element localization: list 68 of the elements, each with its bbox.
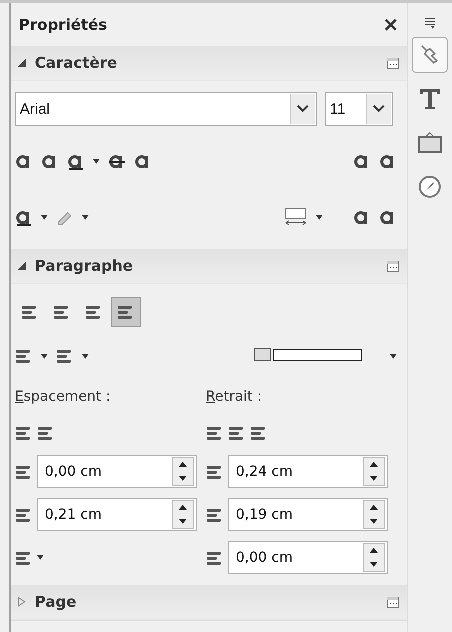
spacing-label: Espacement : — [15, 389, 111, 405]
spin-buttons[interactable] — [363, 543, 385, 572]
spin-value: 0,19 cm — [235, 506, 293, 522]
up-arrow-icon — [370, 462, 378, 468]
up-arrow-icon — [179, 462, 187, 468]
character-spacing-icon — [284, 208, 308, 226]
up-arrow-icon — [179, 505, 187, 510]
font-name-value: Arial — [19, 100, 50, 118]
align-button[interactable] — [111, 297, 141, 327]
more-options-icon — [387, 260, 399, 272]
caret-icon — [41, 354, 48, 358]
close-icon — [385, 18, 397, 30]
spin-field[interactable]: 0,00 cm — [228, 541, 388, 574]
section-title: Page — [35, 593, 78, 611]
spin-buttons[interactable] — [363, 500, 385, 529]
align-icon — [85, 303, 103, 321]
spin-buttons[interactable] — [363, 457, 385, 486]
menu-icon — [423, 17, 437, 29]
caret-icon — [82, 354, 89, 358]
spin-value: 0,24 cm — [235, 464, 293, 480]
down-arrow-icon — [179, 518, 187, 524]
font-name-combo[interactable]: Arial — [15, 92, 317, 126]
caret-icon — [390, 354, 397, 358]
down-arrow-icon — [370, 518, 378, 524]
caret-icon — [93, 158, 100, 164]
down-arrow-icon — [370, 476, 378, 481]
section-header[interactable]: Caractère — [11, 46, 407, 81]
align-icon — [53, 303, 71, 321]
dropdown-button[interactable] — [366, 94, 391, 124]
section-header[interactable]: Page — [11, 585, 407, 620]
caret-icon — [37, 555, 44, 560]
up-arrow-icon — [370, 505, 378, 510]
more-options-icon — [387, 596, 399, 608]
caret-icon — [41, 214, 48, 220]
section-title: Caractère — [35, 54, 118, 72]
indent-label: Retrait : — [206, 389, 262, 405]
caret-icon — [316, 214, 323, 220]
spin-value: 0,00 cm — [44, 464, 102, 480]
up-arrow-icon — [370, 548, 378, 554]
spin-value: 0,21 cm — [44, 506, 102, 522]
compass-icon — [417, 174, 443, 200]
collapse-triangle-icon — [17, 58, 27, 68]
font-size-combo[interactable]: 11 — [325, 92, 393, 126]
dropdown-button[interactable] — [290, 94, 315, 124]
sidebar-title: Propriétés — [19, 16, 108, 34]
align-icon — [21, 303, 39, 321]
sidebar-tab[interactable] — [412, 37, 448, 73]
spin-buttons[interactable] — [172, 457, 194, 486]
spin-field[interactable]: 0,19 cm — [228, 498, 388, 531]
chevron-down-icon — [297, 105, 309, 113]
down-arrow-icon — [370, 562, 378, 567]
spin-buttons[interactable] — [172, 500, 194, 529]
picture-icon — [417, 130, 443, 156]
spin-field[interactable]: 0,24 cm — [228, 455, 388, 488]
section-title: Paragraphe — [35, 257, 134, 275]
chevron-down-icon — [373, 105, 385, 113]
align-icon — [117, 303, 135, 321]
section-header[interactable]: Paragraphe — [11, 249, 407, 284]
collapse-triangle-icon — [17, 261, 27, 271]
spin-value: 0,00 cm — [235, 550, 293, 566]
expand-triangle-icon — [17, 597, 27, 607]
spin-field[interactable]: 0,00 cm — [37, 455, 197, 488]
down-arrow-icon — [179, 476, 187, 481]
text-icon — [417, 86, 443, 112]
caret-icon — [82, 214, 89, 220]
spin-field[interactable]: 0,21 cm — [37, 498, 197, 531]
font-size-value: 11 — [329, 100, 346, 118]
more-options-icon — [387, 58, 399, 68]
